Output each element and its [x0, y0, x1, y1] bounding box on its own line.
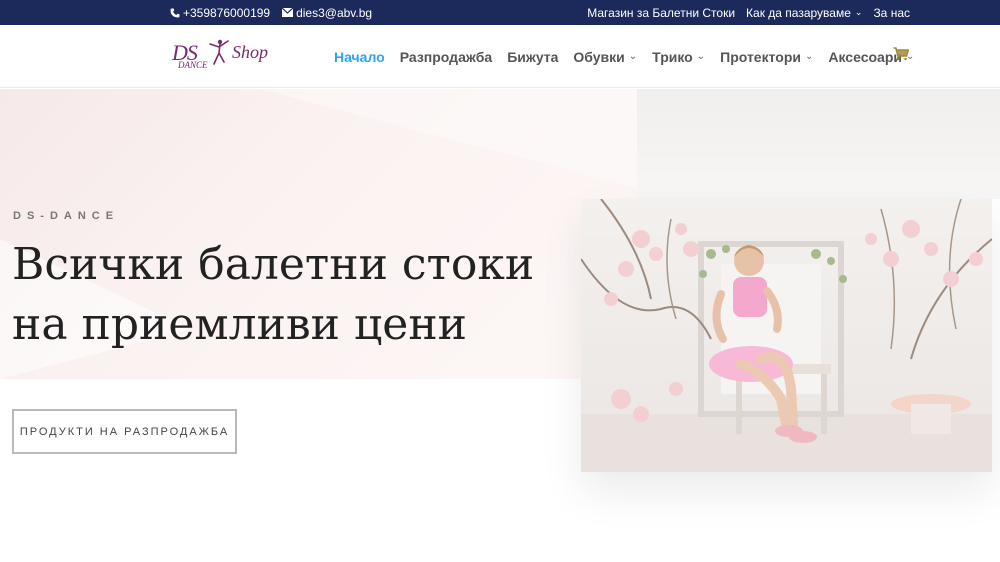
sale-products-button[interactable]: ПРОДУКТИ НА РАЗПРОДАЖБА — [12, 409, 237, 454]
top-link-label: Магазин за Балетни Стоки — [587, 5, 736, 20]
hero-grey-block — [637, 89, 1000, 199]
nav-label: Протектори — [720, 48, 801, 65]
contact-info: +359876000199 dies3@abv.bg — [170, 0, 372, 25]
nav-item-leotards[interactable]: Трико ⌄ — [652, 49, 705, 65]
top-link-label: За нас — [873, 5, 910, 20]
nav-label: Разпродажба — [399, 48, 493, 65]
email-link[interactable]: dies3@abv.bg — [282, 6, 372, 20]
hero-headline-line2: на приемливи цени — [12, 299, 467, 350]
email-address: dies3@abv.bg — [296, 5, 373, 20]
hero-photo — [581, 199, 992, 472]
chevron-down-icon: ⌄ — [854, 7, 863, 17]
hero-headline-line1: Всички балетни стоки — [12, 239, 535, 290]
nav-label: Трико — [652, 48, 693, 65]
top-bar: +359876000199 dies3@abv.bg Магазин за Ба… — [0, 0, 1000, 25]
main-nav: Начало Разпродажба Бижута Обувки ⌄ Трико ⌄… — [334, 25, 914, 88]
nav-item-sale[interactable]: Разпродажба — [400, 49, 492, 65]
chevron-down-icon: ⌄ — [804, 51, 814, 62]
nav-item-home[interactable]: Начало — [334, 49, 385, 65]
phone-icon — [170, 8, 180, 17]
nav-label: Бижута — [507, 48, 559, 65]
hero-section: DS-DANCE Всички балетни стоки на приемли… — [0, 89, 1000, 562]
nav-label: Аксесоари — [828, 48, 902, 65]
hero-headline: Всички балетни стоки на приемливи цени — [12, 235, 572, 355]
envelope-icon — [282, 8, 294, 17]
phone-number: +359876000199 — [183, 5, 271, 20]
top-link-how-to-shop[interactable]: Как да пазаруваме ⌄ — [746, 6, 862, 20]
nav-label: Начало — [334, 48, 385, 65]
top-link-label: Как да пазаруваме — [746, 5, 851, 20]
nav-item-shoes[interactable]: Обувки ⌄ — [573, 49, 637, 65]
nav-item-protectors[interactable]: Протектори ⌄ — [720, 49, 813, 65]
hero-eyebrow: DS-DANCE — [13, 210, 120, 222]
top-link-about[interactable]: За нас — [873, 6, 910, 20]
cart-button[interactable] — [893, 47, 909, 66]
logo-shop: Shop — [232, 42, 268, 62]
nav-item-jewelry[interactable]: Бижута — [507, 49, 558, 65]
logo-dance: DANCE — [178, 60, 208, 70]
ballerina-photo-illustration — [581, 199, 992, 472]
cart-icon — [893, 47, 909, 61]
logo[interactable]: DS DANCE Shop — [172, 38, 282, 74]
top-link-ballet-shop[interactable]: Магазин за Балетни Стоки — [587, 6, 735, 20]
dancer-icon — [209, 39, 229, 65]
chevron-down-icon: ⌄ — [696, 51, 706, 62]
main-header: DS DANCE Shop Начало Разпродажба Бижута … — [0, 25, 1000, 88]
phone-link[interactable]: +359876000199 — [170, 6, 270, 20]
nav-label: Обувки — [573, 48, 625, 65]
top-links: Магазин за Балетни Стоки Как да пазарува… — [587, 0, 910, 25]
chevron-down-icon: ⌄ — [628, 51, 638, 62]
